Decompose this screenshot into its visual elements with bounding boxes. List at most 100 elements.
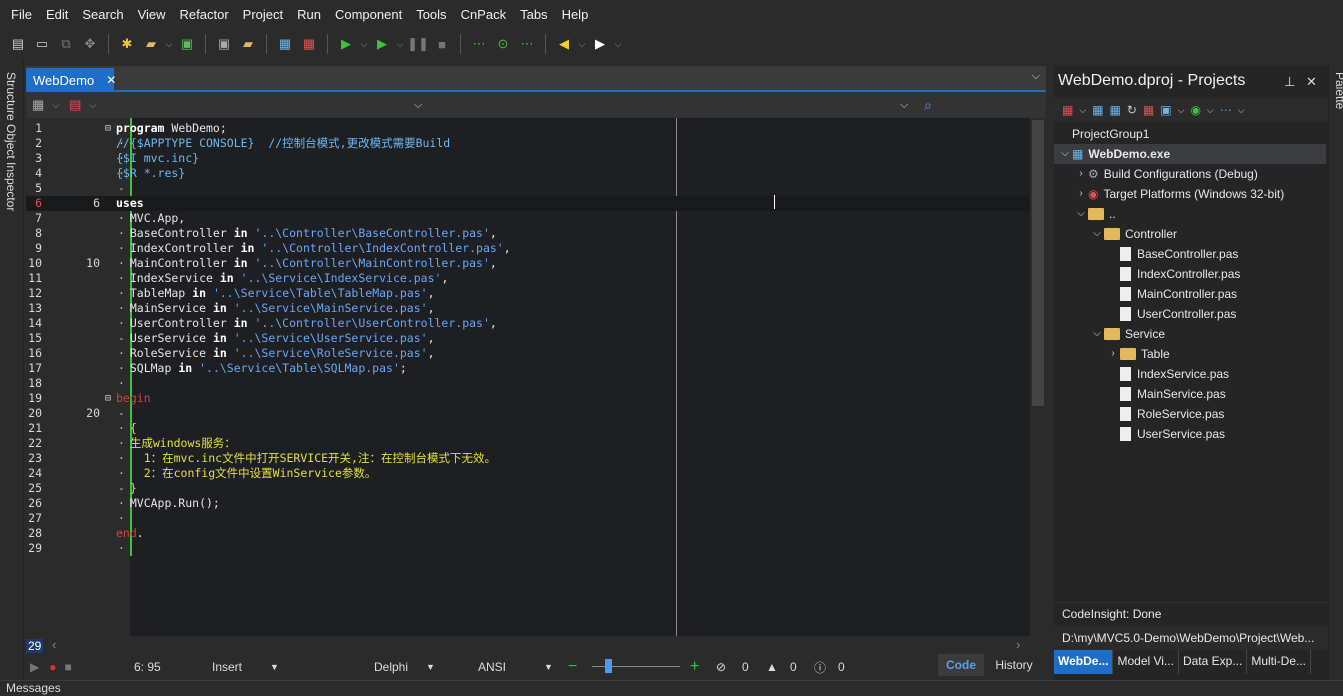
menu-item-project[interactable]: Project — [236, 7, 290, 22]
expand-chevron-icon[interactable]: ⌵ — [1090, 224, 1104, 244]
tree-item[interactable]: › Table — [1106, 344, 1169, 364]
add-existing-icon[interactable]: ▦ — [1110, 103, 1121, 117]
open-project-icon[interactable]: ▰ — [236, 32, 260, 56]
code-line[interactable]: 18 · — [26, 376, 1030, 391]
panel-tab[interactable]: WebDe... — [1054, 650, 1114, 674]
code-line[interactable]: 7 · MVC.App, — [26, 211, 1030, 226]
horizontal-scrollbar[interactable]: 29 ‹ › — [26, 636, 1030, 654]
panel-tab[interactable]: Multi-De... — [1247, 650, 1312, 674]
code-line[interactable]: 6 6 · uses — [26, 196, 1030, 211]
activate-icon[interactable]: ▦ — [1062, 103, 1073, 117]
menu-item-edit[interactable]: Edit — [39, 7, 75, 22]
tree-item[interactable]: MainService.pas — [1106, 384, 1226, 404]
tree-item[interactable]: › ⚙ Build Configurations (Debug) — [1074, 164, 1258, 184]
more-icon[interactable]: ⋯ — [1220, 103, 1232, 117]
palette-tab[interactable]: Palette — [1333, 72, 1343, 109]
code-line[interactable]: 20 20 - — [26, 406, 1030, 421]
menu-item-file[interactable]: File — [4, 7, 39, 22]
tree-item[interactable]: ⌵ ▦ WebDemo.exe — [1058, 144, 1170, 164]
tree-item[interactable]: ⌵ Service — [1090, 324, 1165, 344]
code-line[interactable]: 5- — [26, 181, 1030, 196]
code-line[interactable]: 25- } — [26, 481, 1030, 496]
chevron-down-icon[interactable]: ⌵ — [89, 100, 96, 111]
code-line[interactable]: 14 · UserController in '..\Controller\Use… — [26, 316, 1030, 331]
pause-icon[interactable]: ❚❚ — [406, 32, 430, 56]
fold-toggle-icon[interactable]: ⊟ — [105, 391, 111, 406]
structure-icon[interactable]: ▦ — [32, 97, 44, 113]
code-line[interactable]: 17 · SQLMap in '..\Service\Table\SQLMap.p… — [26, 361, 1030, 376]
code-line[interactable]: 1 ⊟ program WebDemo; — [26, 121, 1030, 136]
fold-toggle-icon[interactable]: ⊟ — [105, 121, 111, 136]
chevron-down-icon[interactable]: ▼ — [426, 662, 435, 672]
scrollbar-thumb[interactable] — [1032, 120, 1044, 406]
insert-mode[interactable]: Insert — [212, 660, 242, 674]
tree-item[interactable]: MainController.pas — [1106, 284, 1237, 304]
zoom-in-icon[interactable]: + — [690, 658, 699, 676]
chevron-down-icon[interactable]: ▼ — [270, 662, 279, 672]
search-icon[interactable]: ⌕ — [924, 97, 932, 114]
tree-item[interactable]: IndexService.pas — [1106, 364, 1229, 384]
chevron-down-icon[interactable]: ▼ — [544, 662, 553, 672]
tree-item[interactable]: UserController.pas — [1106, 304, 1236, 324]
scroll-right-icon[interactable]: › — [1016, 637, 1020, 652]
menu-item-search[interactable]: Search — [75, 7, 130, 22]
expand-chevron-icon[interactable]: ⌵ — [1090, 324, 1104, 344]
tab-webdemo[interactable]: WebDemo ✕ — [26, 68, 116, 92]
code-line[interactable]: 24 · 2：在config文件中设置WinService参数。 — [26, 466, 1030, 481]
code-tab[interactable]: Code — [938, 654, 984, 676]
code-line[interactable]: 22 · 生成windows服务： — [26, 436, 1030, 451]
menu-item-help[interactable]: Help — [555, 7, 596, 22]
structure-object-inspector-tab[interactable]: Structure Object Inspector — [4, 72, 18, 211]
code-line[interactable]: 10 10 · MainController in '..\Controller\M… — [26, 256, 1030, 271]
chevron-down-icon[interactable]: ⌵ — [612, 32, 624, 56]
close-icon[interactable]: ✕ — [106, 73, 116, 87]
tools-icon[interactable]: ✥ — [78, 32, 102, 56]
build-icon[interactable]: ▣ — [1160, 103, 1171, 117]
play-macro-icon[interactable]: ▶ — [30, 660, 39, 674]
run-without-debug-icon[interactable]: ▶ — [370, 32, 394, 56]
menu-item-view[interactable]: View — [131, 7, 173, 22]
open-folder-icon[interactable]: ▰ — [139, 32, 163, 56]
chevron-down-icon[interactable]: ⌵ — [358, 32, 370, 56]
tree-item[interactable]: ⌵.. — [1074, 204, 1115, 224]
code-line[interactable]: 3 · {$I mvc.inc} — [26, 151, 1030, 166]
language-select[interactable]: Delphi — [374, 660, 408, 674]
chevron-down-icon[interactable]: ⌵ — [1178, 105, 1185, 116]
tree-item[interactable]: IndexController.pas — [1106, 264, 1240, 284]
chevron-down-icon[interactable]: ⌵ — [52, 100, 59, 111]
history-tab[interactable]: History — [990, 654, 1038, 676]
menu-item-cnpack[interactable]: CnPack — [454, 7, 514, 22]
encoding-select[interactable]: ANSI — [478, 660, 506, 674]
expand-chevron-icon[interactable]: ⌵ — [1058, 144, 1072, 164]
run-to-cursor-icon[interactable]: ⋯ — [515, 32, 539, 56]
code-line[interactable]: 28 · end. — [26, 526, 1030, 541]
expand-chevron-icon[interactable]: › — [1074, 164, 1088, 184]
chevron-down-icon[interactable]: ⌵ — [576, 32, 588, 56]
new-items-icon[interactable]: ▤ — [6, 32, 30, 56]
code-line[interactable]: 16 · RoleService in '..\Service\RoleServi… — [26, 346, 1030, 361]
tree-item[interactable]: › ◉ Target Platforms (Windows 32-bit) — [1074, 184, 1284, 204]
code-line[interactable]: 15- UserService in '..\Service\UserServi… — [26, 331, 1030, 346]
code-line[interactable]: 29 · — [26, 541, 1030, 556]
menu-item-component[interactable]: Component — [328, 7, 409, 22]
tree-item[interactable]: BaseController.pas — [1106, 244, 1238, 264]
new-icon[interactable]: ✱ — [115, 32, 139, 56]
code-line[interactable]: 27 · — [26, 511, 1030, 526]
remove-icon[interactable]: ▦ — [1143, 103, 1154, 117]
menu-item-tabs[interactable]: Tabs — [513, 7, 554, 22]
tree-item[interactable]: ⌵ Controller — [1090, 224, 1177, 244]
zoom-out-icon[interactable]: − — [568, 658, 577, 676]
record-macro-icon[interactable]: ● — [49, 660, 56, 674]
menu-item-tools[interactable]: Tools — [409, 7, 453, 22]
expand-chevron-icon[interactable]: ⌵ — [1074, 204, 1088, 224]
menu-item-run[interactable]: Run — [290, 7, 328, 22]
code-line[interactable]: 8 · BaseController in '..\Controller\Base… — [26, 226, 1030, 241]
messages-tab[interactable]: Messages — [0, 680, 1343, 696]
forward-icon[interactable]: ▶ — [588, 32, 612, 56]
code-line[interactable]: 4 · {$R *.res} — [26, 166, 1030, 181]
code-line[interactable]: 12 · TableMap in '..\Service\Table\TableM… — [26, 286, 1030, 301]
chevron-down-icon[interactable]: ⌵ — [394, 32, 406, 56]
menu-item-refactor[interactable]: Refactor — [173, 7, 236, 22]
scroll-left-icon[interactable]: ‹ — [52, 637, 56, 652]
save-all-icon[interactable]: ▣ — [212, 32, 236, 56]
